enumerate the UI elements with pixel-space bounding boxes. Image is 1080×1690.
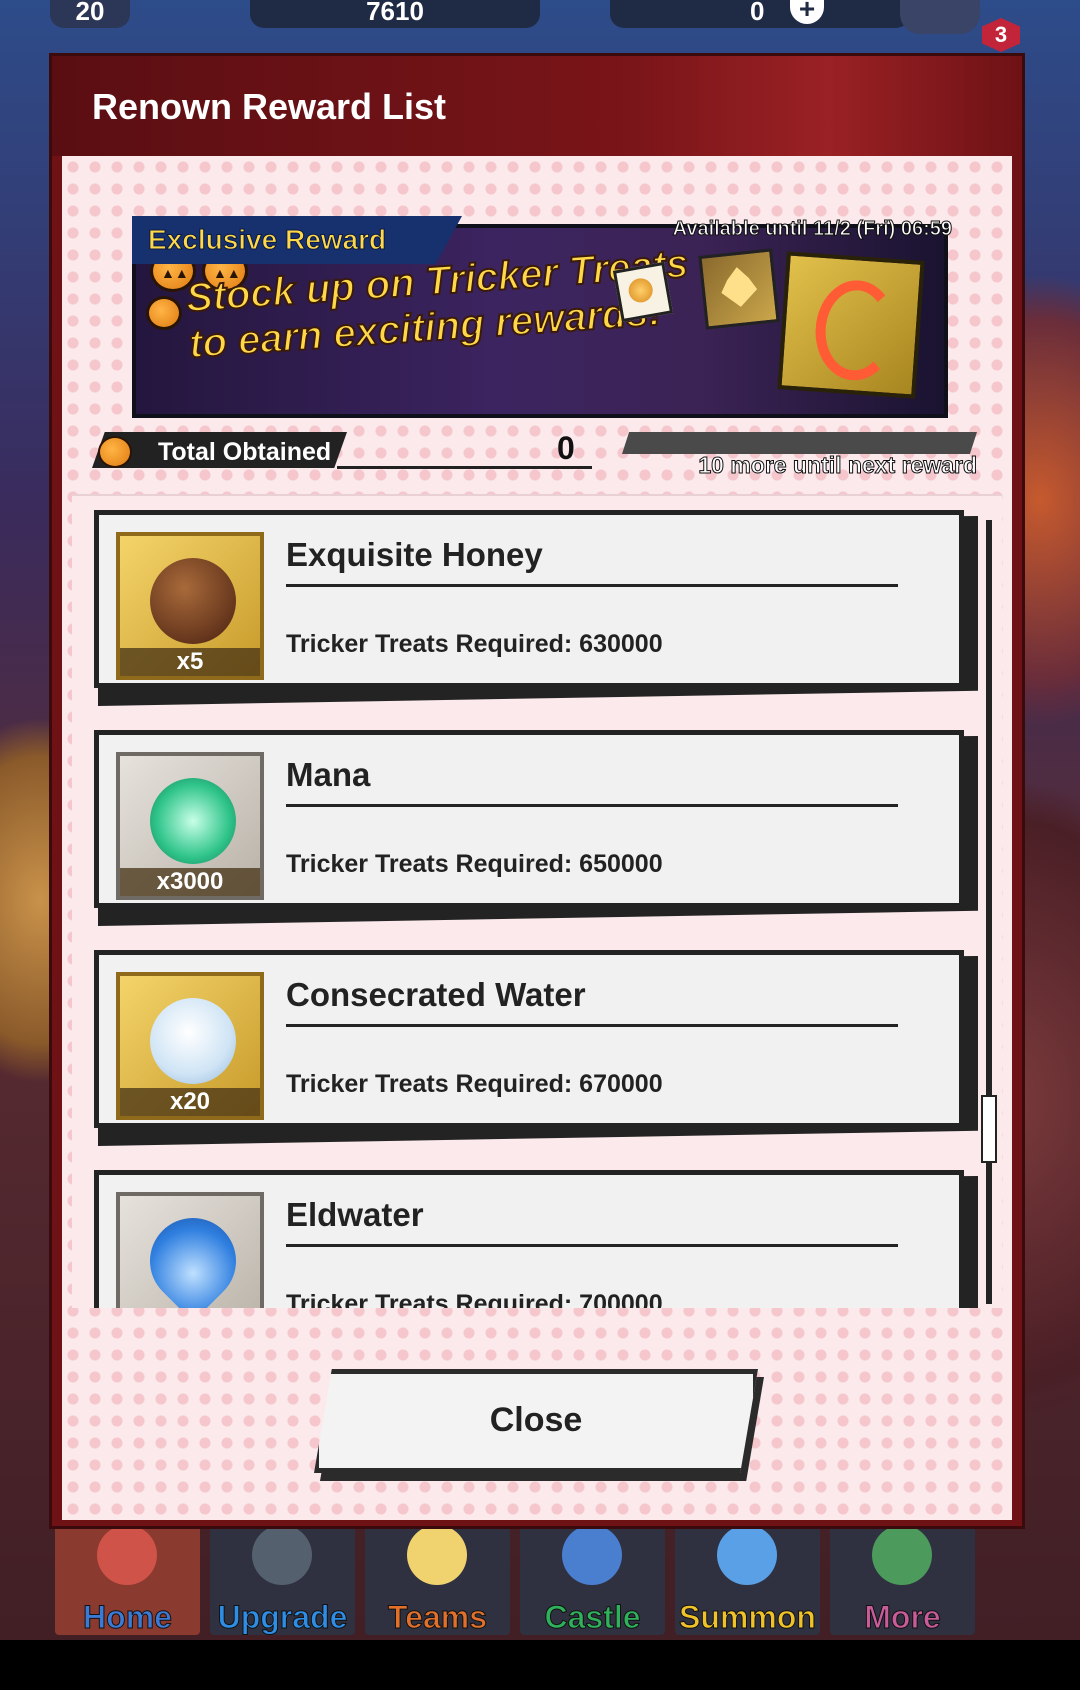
total-obtained-label: Total Obtained xyxy=(158,438,332,466)
exclusive-reward-label: Exclusive Reward xyxy=(147,224,387,256)
nav-teams[interactable]: Teams xyxy=(365,1515,510,1636)
availability-text: Available until 11/2 (Fri) 06:59 xyxy=(672,218,952,241)
reward-name: Mana xyxy=(286,756,371,793)
dialog-body: ▲▲ ▲▲ Exclusive Reward Available until 1… xyxy=(62,156,1012,1520)
honey-pot-icon xyxy=(150,558,236,644)
reward-card: Eldwater Tricker Treats Required: 700000 xyxy=(90,1160,980,1308)
reward-card: x20 Consecrated Water Tricker Treats Req… xyxy=(90,940,980,1146)
book-icon xyxy=(872,1525,932,1585)
dialog-title: Renown Reward List xyxy=(92,86,447,127)
nav-label-home: Home xyxy=(83,1599,173,1636)
reward-quantity: x5 xyxy=(120,648,260,676)
nav-home[interactable]: Home xyxy=(55,1515,200,1636)
reward-list[interactable]: x5 Exquisite Honey Tricker Treats Requir… xyxy=(72,494,1002,1308)
reward-requirement: Tricker Treats Required: 670000 xyxy=(286,1070,663,1098)
nav-castle[interactable]: Castle xyxy=(520,1515,665,1636)
castle-icon xyxy=(562,1525,622,1585)
reward-card: x3000 Mana Tricker Treats Required: 6500… xyxy=(90,720,980,926)
total-underline xyxy=(337,466,592,469)
next-reward-progress xyxy=(622,432,977,454)
water-drop-icon xyxy=(132,1200,254,1308)
reward-divider xyxy=(286,584,898,587)
nav-label-castle: Castle xyxy=(544,1599,641,1636)
ticket-currency-value: 0 xyxy=(750,0,765,26)
next-reward-text: 10 more until next reward xyxy=(698,452,978,479)
reward-divider xyxy=(286,1024,898,1027)
home-icon xyxy=(97,1525,157,1585)
shield-icon[interactable] xyxy=(900,0,980,34)
reward-item-frame[interactable]: x5 xyxy=(116,532,264,680)
player-level: 20 xyxy=(50,0,130,28)
reward-item-frame[interactable]: x3000 xyxy=(116,752,264,900)
crystal-icon xyxy=(698,248,780,330)
reward-divider xyxy=(286,1244,898,1247)
dialog-header: Renown Reward List xyxy=(52,56,1022,156)
nav-upgrade[interactable]: Upgrade xyxy=(210,1515,355,1636)
teams-icon xyxy=(407,1525,467,1585)
reward-item-frame[interactable]: x20 xyxy=(116,972,264,1120)
hammer-icon xyxy=(252,1525,312,1585)
close-button[interactable]: Close xyxy=(314,1369,764,1481)
hook-weapon-icon xyxy=(777,251,925,399)
reward-quantity: x3000 xyxy=(120,868,260,896)
mana-orb-icon xyxy=(150,778,236,864)
reward-requirement: Tricker Treats Required: 650000 xyxy=(286,850,663,878)
nav-label-upgrade: Upgrade xyxy=(217,1599,348,1636)
reward-requirement: Tricker Treats Required: 700000 xyxy=(286,1290,663,1308)
nav-label-more: More xyxy=(864,1599,941,1636)
nav-label-teams: Teams xyxy=(387,1599,487,1636)
total-obtained-value: 0 xyxy=(557,430,575,466)
summon-icon xyxy=(717,1525,777,1585)
top-status-bar: 20 7610 0 + 3 xyxy=(0,0,1080,52)
gem-currency-count: 7610 xyxy=(250,0,540,28)
reward-name: Exquisite Honey xyxy=(286,536,543,573)
scrollbar-thumb[interactable] xyxy=(981,1095,997,1163)
coin-icon xyxy=(612,261,674,323)
pumpkin-icon xyxy=(98,436,132,468)
close-button-label: Close xyxy=(489,1401,583,1439)
bottom-navigation: Home Upgrade Teams Castle Summon More xyxy=(55,1515,1030,1636)
reward-name: Eldwater xyxy=(286,1196,424,1233)
pumpkin-icon xyxy=(146,296,182,330)
list-scrollbar[interactable] xyxy=(981,520,997,1304)
reward-name: Consecrated Water xyxy=(286,976,586,1013)
nav-summon[interactable]: Summon xyxy=(675,1515,820,1636)
nav-more[interactable]: More xyxy=(830,1515,975,1636)
nav-label-summon: Summon xyxy=(679,1599,817,1636)
reward-divider xyxy=(286,804,898,807)
reward-quantity: x20 xyxy=(120,1088,260,1116)
renown-reward-dialog: Renown Reward List ▲▲ ▲▲ Exclusive Rewar… xyxy=(52,56,1022,1526)
reward-item-frame[interactable] xyxy=(116,1192,264,1308)
reward-requirement: Tricker Treats Required: 630000 xyxy=(286,630,663,658)
system-bar xyxy=(0,1640,1080,1690)
reward-card: x5 Exquisite Honey Tricker Treats Requir… xyxy=(90,500,980,706)
potion-flask-icon xyxy=(150,998,236,1084)
